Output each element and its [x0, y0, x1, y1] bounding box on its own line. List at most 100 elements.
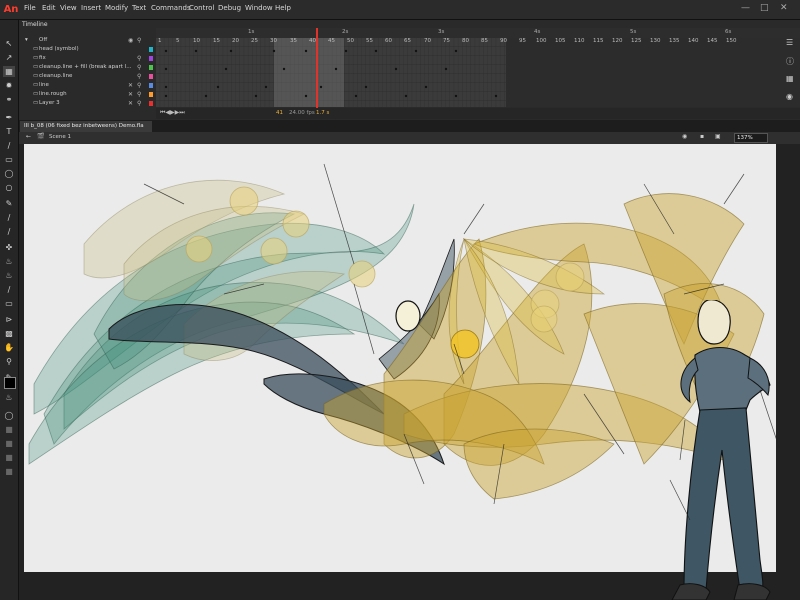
library-panel-icon[interactable]: ▦ — [786, 74, 794, 83]
straighten-icon[interactable]: ■ — [3, 452, 15, 463]
scene-icon: 🎬 — [37, 133, 45, 140]
layer-color-swatch[interactable] — [149, 65, 153, 70]
tools-panel: ↖ ↗ ▦ ✹ ⚭ ✒ T ∕ ▭ ◯ ○ ✎ ∕ ∕ ✜ ♨ ♨ ∕ ▭ ⊳ … — [0, 20, 19, 600]
menu-text[interactable]: Text — [132, 4, 146, 12]
scene-name[interactable]: Scene 1 — [49, 134, 71, 140]
minimize-icon[interactable]: — — [741, 3, 750, 13]
pencil-tool-icon[interactable]: ✎ — [3, 198, 15, 209]
menu-edit[interactable]: Edit — [42, 4, 56, 12]
pen-tool-icon[interactable]: ✒ — [3, 112, 15, 123]
paint-bucket-tool-icon[interactable]: ♨ — [3, 256, 15, 267]
selection-tool-icon[interactable]: ↖ — [3, 38, 15, 49]
camera-icon[interactable]: ◉ — [682, 133, 687, 140]
text-tool-icon[interactable]: T — [3, 126, 15, 137]
menu-insert[interactable]: Insert — [81, 4, 101, 12]
object-drawing-icon[interactable]: ◯ — [3, 410, 15, 421]
tool-options-icon[interactable]: ■ — [3, 466, 15, 477]
hide-x-icon[interactable]: ✕ — [128, 99, 133, 108]
bone-tool-icon[interactable]: ✜ — [3, 242, 15, 253]
layer-row-header[interactable]: ▾ Off ◉ ⚲ — [23, 36, 153, 45]
layer-color-swatch[interactable] — [149, 74, 153, 79]
lock-icon[interactable]: ⚲ — [137, 72, 141, 81]
lasso-tool-icon[interactable]: ⚭ — [3, 94, 15, 105]
layer-color-swatch[interactable] — [149, 92, 153, 97]
layer-row[interactable]: ▭ head (symbol) — [23, 45, 153, 54]
eraser-tool-icon[interactable]: ▭ — [3, 298, 15, 309]
hide-x-icon[interactable]: ✕ — [128, 90, 133, 99]
menu-file[interactable]: File — [24, 4, 36, 12]
eyedropper-tool-icon[interactable]: ∕ — [3, 284, 15, 295]
eye-icon[interactable]: ◉ — [128, 36, 133, 45]
menu-control[interactable]: Control — [189, 4, 214, 12]
frame-grid[interactable] — [156, 38, 800, 107]
menu-modify[interactable]: Modify — [105, 4, 128, 12]
width-tool-icon[interactable]: ⊳ — [3, 314, 15, 325]
layer-row[interactable]: ▭ line.rough ✕ ⚲ — [23, 90, 153, 99]
frame-tick: 40 — [309, 38, 316, 44]
frame-tick: 105 — [555, 38, 566, 44]
elapsed-time[interactable]: 1.7 s — [316, 110, 329, 116]
edit-symbols-icon[interactable]: ▪ — [700, 133, 704, 140]
frame-tick: 80 — [462, 38, 469, 44]
frame-rate[interactable]: 24.00 fps — [289, 110, 315, 116]
hide-x-icon[interactable]: ✕ — [128, 81, 133, 90]
playback-buttons-icon[interactable]: ⏮◀▶▶⏭ — [160, 109, 185, 117]
fill-color-swatch[interactable] — [4, 377, 16, 389]
layer-color-swatch[interactable] — [149, 83, 153, 88]
clip-icon[interactable]: ▣ — [715, 133, 721, 140]
menu-commands[interactable]: Commands — [151, 4, 191, 12]
layer-row[interactable]: ▭ line ✕ ⚲ — [23, 81, 153, 90]
polystar-tool-icon[interactable]: ○ — [3, 182, 15, 193]
lock-icon[interactable]: ⚲ — [137, 81, 141, 90]
lock-icon[interactable]: ⚲ — [137, 90, 141, 99]
playhead[interactable] — [316, 28, 318, 108]
fill-color-icon[interactable]: ♨ — [3, 392, 15, 403]
layer-row[interactable]: ▭ cleanup.line ⚲ — [23, 72, 153, 81]
close-icon[interactable]: ✕ — [780, 3, 788, 13]
oval-tool-icon[interactable]: ◯ — [3, 168, 15, 179]
brush-tool-icon[interactable]: ∕ — [3, 212, 15, 223]
frame-tick: 75 — [443, 38, 450, 44]
current-frame[interactable]: 41 — [276, 110, 283, 116]
info-panel-icon[interactable]: ⓘ — [786, 56, 794, 67]
properties-panel-icon[interactable]: ☰ — [786, 38, 793, 47]
zoom-tool-icon[interactable]: ⚲ — [3, 356, 15, 367]
layer-name: Off — [39, 37, 48, 43]
smooth-icon[interactable]: ■ — [3, 438, 15, 449]
layer-color-swatch[interactable] — [149, 47, 153, 52]
lock-icon[interactable]: ⚲ — [137, 63, 141, 72]
line-tool-icon[interactable]: ∕ — [3, 140, 15, 151]
menu-view[interactable]: View — [60, 4, 77, 12]
menu-help[interactable]: Help — [275, 4, 291, 12]
free-transform-tool-icon[interactable]: ▦ — [3, 66, 15, 77]
subselection-tool-icon[interactable]: ↗ — [3, 52, 15, 63]
layer-row[interactable]: ▭ cleanup.line + fill (break apart l... ⚲ — [23, 63, 153, 72]
second-mark: 2s — [342, 29, 349, 35]
layer-row[interactable]: ▭ Layer 3 ✕ ⚲ — [23, 99, 153, 108]
lock-icon[interactable]: ⚲ — [137, 54, 141, 63]
layer-color-swatch[interactable] — [149, 56, 153, 61]
menu-window[interactable]: Window — [245, 4, 273, 12]
maximize-icon[interactable]: □ — [760, 3, 769, 13]
layer-row[interactable]: ▭ fix ⚲ — [23, 54, 153, 63]
paint-brush-tool-icon[interactable]: ∕ — [3, 226, 15, 237]
lock-icon[interactable]: ⚲ — [137, 99, 141, 108]
frame-tick: 65 — [404, 38, 411, 44]
lock-icon[interactable]: ⚲ — [137, 36, 141, 45]
frame-tick: 145 — [707, 38, 718, 44]
hand-tool-icon[interactable]: ✋ — [3, 342, 15, 353]
standing-character-illustration — [669, 300, 781, 600]
rectangle-tool-icon[interactable]: ▭ — [3, 154, 15, 165]
back-arrow-icon[interactable]: ← — [26, 133, 31, 140]
menu-debug[interactable]: Debug — [218, 4, 241, 12]
layer-color-swatch[interactable] — [149, 101, 153, 106]
timeline-tab[interactable]: Timeline — [22, 21, 48, 28]
3d-rotation-tool-icon[interactable]: ✹ — [3, 80, 15, 91]
zoom-level[interactable]: 137% — [734, 133, 768, 143]
camera-tool-icon[interactable]: ▩ — [3, 328, 15, 339]
second-mark: 5s — [630, 29, 637, 35]
snap-to-objects-icon[interactable]: ■ — [3, 424, 15, 435]
ink-bottle-tool-icon[interactable]: ♨ — [3, 270, 15, 281]
document-tab[interactable]: III b_08 (06 fixed bez inbetweens) Demo.… — [20, 121, 152, 132]
color-panel-icon[interactable]: ◉ — [786, 92, 793, 101]
